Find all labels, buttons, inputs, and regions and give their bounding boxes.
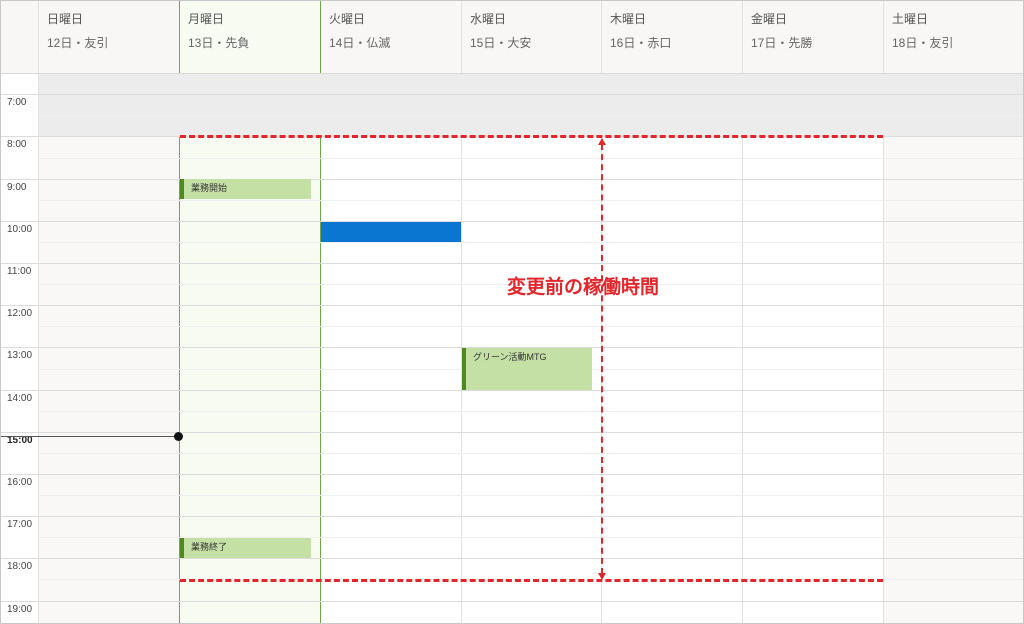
day-name: 日曜日 xyxy=(47,12,84,26)
hour-line xyxy=(1,179,1023,180)
hour-label: 8:00 xyxy=(7,139,27,150)
day-name: 木曜日 xyxy=(610,12,647,26)
hour-label: 14:00 xyxy=(7,393,33,404)
hour-label: 7:00 xyxy=(7,97,27,108)
annotation-label: 変更前の稼働時間 xyxy=(507,276,660,298)
annotation-bottom-dashed-line xyxy=(180,579,883,582)
half-hour-line xyxy=(39,242,1023,243)
hour-line xyxy=(1,474,1023,475)
day-header-wed[interactable]: 水曜日 15日・大安 xyxy=(462,1,602,73)
hour-label: 9:00 xyxy=(7,182,27,193)
half-hour-line xyxy=(39,326,1023,327)
day-date: 17日・先勝 xyxy=(751,36,813,50)
half-hour-line xyxy=(39,495,1023,496)
current-time-dot xyxy=(174,432,183,441)
time-gutter-header xyxy=(1,1,39,73)
day-column-fri[interactable] xyxy=(743,74,884,623)
arrow-down-icon xyxy=(598,573,606,580)
half-hour-line xyxy=(39,200,1023,201)
day-date: 15日・大安 xyxy=(470,36,532,50)
day-name: 金曜日 xyxy=(751,12,788,26)
time-grid: 7:00 8:00 9:00 10:00 11:00 12:00 13:00 1… xyxy=(1,74,1023,623)
day-header-tue[interactable]: 火曜日 14日・仏滅 xyxy=(321,1,462,73)
day-date: 16日・赤口 xyxy=(610,36,672,50)
hour-line xyxy=(1,390,1023,391)
day-date: 14日・仏滅 xyxy=(329,36,391,50)
day-name: 月曜日 xyxy=(188,12,225,26)
half-hour-line xyxy=(39,411,1023,412)
hour-label: 16:00 xyxy=(7,477,33,488)
off-hours-band xyxy=(39,74,1023,136)
half-hour-line xyxy=(39,115,1023,116)
event-green-mtg[interactable]: グリーン活動MTG xyxy=(462,348,592,390)
calendar-week-view: 日曜日 12日・友引 月曜日 13日・先負 火曜日 14日・仏滅 水曜日 15日… xyxy=(0,0,1024,624)
event-work-start[interactable]: 業務開始 xyxy=(180,179,311,199)
hour-line xyxy=(1,601,1023,602)
event-work-end[interactable]: 業務終了 xyxy=(180,538,311,558)
hour-label: 11:00 xyxy=(7,266,32,277)
day-column-sat[interactable] xyxy=(884,74,1023,623)
hour-label: 18:00 xyxy=(7,561,33,572)
day-date: 13日・先負 xyxy=(188,36,250,50)
hour-line xyxy=(1,558,1023,559)
day-column-sun[interactable] xyxy=(39,74,180,623)
current-time-line xyxy=(1,436,179,437)
hour-line xyxy=(1,432,1023,433)
day-name: 火曜日 xyxy=(329,12,366,26)
day-header-thu[interactable]: 木曜日 16日・赤口 xyxy=(602,1,743,73)
day-date: 12日・友引 xyxy=(47,36,109,50)
half-hour-line xyxy=(39,453,1023,454)
week-header: 日曜日 12日・友引 月曜日 13日・先負 火曜日 14日・仏滅 水曜日 15日… xyxy=(1,1,1023,74)
half-hour-line xyxy=(39,158,1023,159)
hour-label: 10:00 xyxy=(7,224,33,235)
day-header-mon[interactable]: 月曜日 13日・先負 xyxy=(179,1,321,73)
day-header-sun[interactable]: 日曜日 12日・友引 xyxy=(39,1,180,73)
day-column-tue[interactable] xyxy=(321,74,462,623)
hour-label: 12:00 xyxy=(7,308,33,319)
day-column-thu[interactable] xyxy=(602,74,743,623)
hour-label: 19:00 xyxy=(7,604,33,615)
event-blue-block[interactable] xyxy=(321,222,461,242)
hour-line xyxy=(1,516,1023,517)
hour-line xyxy=(1,305,1023,306)
hour-line xyxy=(1,221,1023,222)
arrow-up-icon xyxy=(598,138,606,145)
day-header-sat[interactable]: 土曜日 18日・友引 xyxy=(884,1,1023,73)
hour-line xyxy=(1,263,1023,264)
annotation-top-dashed-line xyxy=(180,135,883,138)
annotation-vertical-dashed-line xyxy=(601,144,603,574)
day-name: 水曜日 xyxy=(470,12,507,26)
day-name: 土曜日 xyxy=(892,12,929,26)
hour-label: 13:00 xyxy=(7,350,33,361)
day-header-fri[interactable]: 金曜日 17日・先勝 xyxy=(743,1,884,73)
hour-label: 17:00 xyxy=(7,519,33,530)
day-date: 18日・友引 xyxy=(892,36,954,50)
time-gutter xyxy=(1,74,39,623)
hour-line xyxy=(1,94,1023,95)
